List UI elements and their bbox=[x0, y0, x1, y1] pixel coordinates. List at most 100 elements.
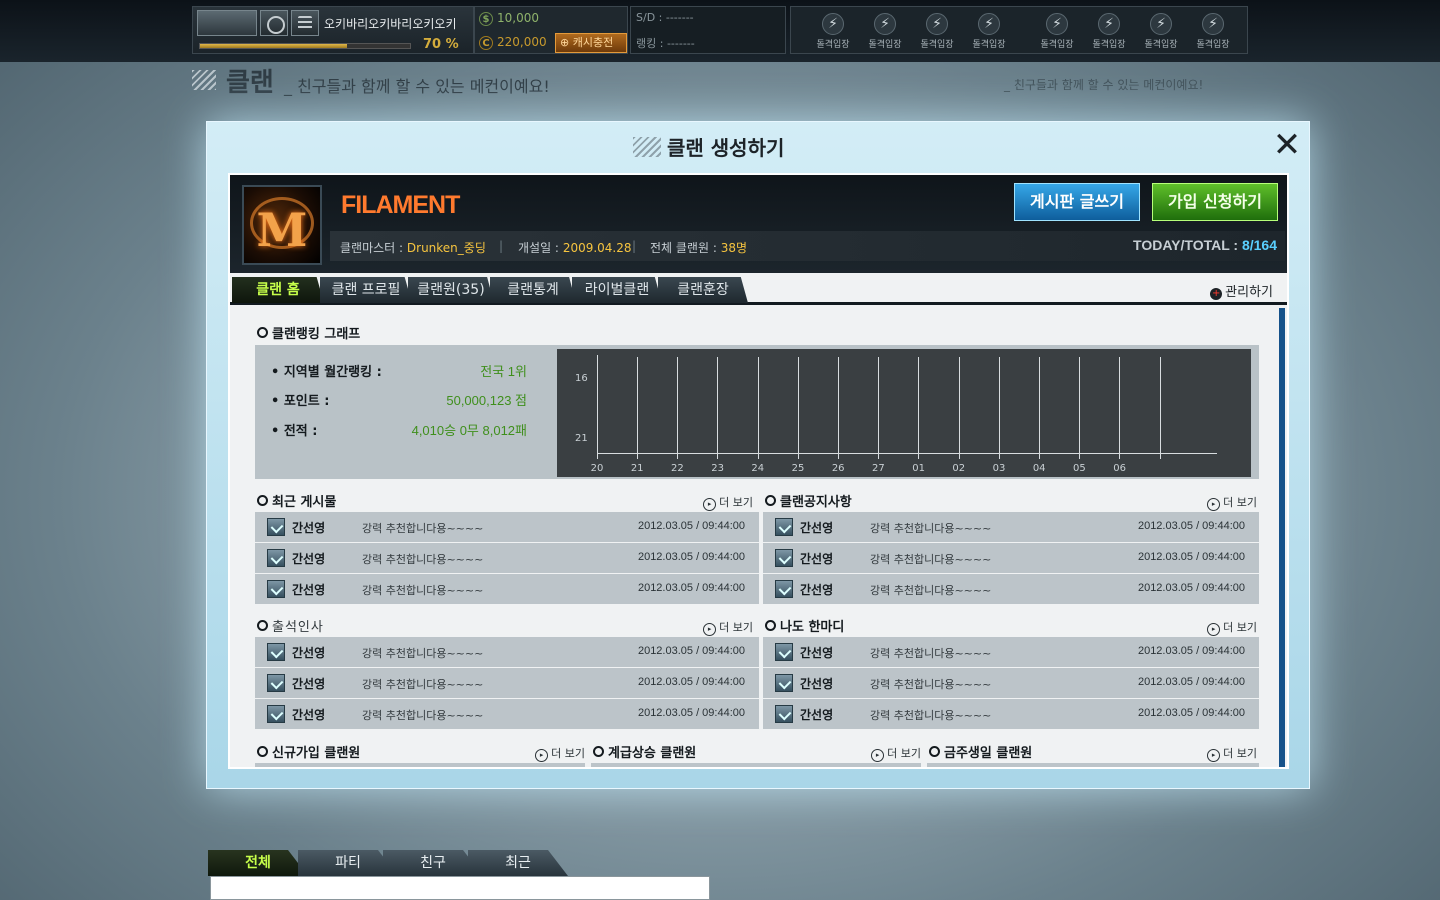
post-row[interactable]: 간선영 강력 추천합니다용~~~~ 2012.03.05 / 09:44:00 bbox=[763, 699, 1259, 729]
more-button[interactable]: 더 보기 bbox=[1207, 494, 1257, 511]
chat-tab-recent[interactable]: 최근 bbox=[468, 850, 568, 876]
ranking-graph: 16 21 20 21 22 23 24 25 26 27 01 02 03 04 05 06 bbox=[557, 349, 1251, 477]
quick-join-button[interactable]: ⚡ 돌격입장 bbox=[1189, 9, 1237, 53]
board-title: 최근 게시물 bbox=[257, 491, 336, 510]
quick-join-button[interactable]: ⚡ 돌격입장 bbox=[1085, 9, 1133, 53]
post-row[interactable]: 간선영 강력 추천합니다용~~~~ 2012.03.05 / 09:44:00 bbox=[255, 543, 759, 573]
graph-gridline bbox=[1079, 357, 1081, 459]
graph-x-tick: 03 bbox=[992, 463, 1006, 474]
quick-join-button[interactable]: ⚡ 돌격입장 bbox=[965, 9, 1013, 53]
clan-dialog: 클랜 생성하기 ✕ M FILAMENT 게시판 글쓰기 가입 신청하기 클랜마… bbox=[206, 121, 1310, 789]
quick-join-button[interactable]: ⚡ 돌격입장 bbox=[913, 9, 961, 53]
graph-x-tick: 21 bbox=[630, 463, 644, 474]
rank-icon bbox=[267, 518, 285, 536]
stats-panel: S/D : ------- 랭킹 : ------- bbox=[630, 6, 786, 54]
lightning-icon: ⚡ bbox=[874, 13, 896, 35]
post-row[interactable]: 간선영 강력 추천합니다용~~~~ 2012.03.05 / 09:44:00 bbox=[255, 699, 759, 729]
post-row[interactable]: 간선영 강력 추천합니다용~~~~ 2012.03.05 / 09:44:00 bbox=[255, 574, 759, 604]
player-profile[interactable]: 오키바리오키바리오키오키 70 % bbox=[192, 6, 474, 54]
graph-gridline bbox=[757, 357, 759, 459]
quick-join-label: 돌격입장 bbox=[816, 40, 850, 50]
post-row[interactable]: 간선영 강력 추천합니다용~~~~ 2012.03.05 / 09:44:00 bbox=[255, 637, 759, 667]
today-total: TODAY/TOTAL : 8/164 bbox=[1133, 237, 1277, 253]
more-button[interactable]: 더 보기 bbox=[871, 745, 921, 762]
rank-icon bbox=[267, 674, 285, 692]
graph-x-tick: 22 bbox=[671, 463, 684, 474]
post-author: 간선영 bbox=[292, 552, 326, 566]
post-date: 2012.03.05 / 09:44:00 bbox=[637, 645, 745, 657]
section-bar bbox=[591, 763, 921, 767]
cash-charge-button[interactable]: ⊕ 캐시충전 bbox=[555, 33, 627, 53]
manage-button[interactable]: + 관리하기 bbox=[1210, 281, 1273, 300]
post-author: 간선영 bbox=[292, 677, 326, 691]
graph-y-tick: 21 bbox=[575, 433, 588, 444]
quick-join-label: 돌격입장 bbox=[1196, 40, 1230, 50]
tab-rival-clan[interactable]: 라이벌클랜 bbox=[572, 277, 662, 303]
scrollbar[interactable] bbox=[1279, 308, 1285, 767]
graph-gridline bbox=[677, 357, 679, 459]
currency-panel: $ 10,000 C 220,000 ⊕ 캐시충전 bbox=[474, 6, 628, 54]
tab-clan-members[interactable]: 클랜원(35) bbox=[408, 277, 494, 303]
lightning-icon: ⚡ bbox=[1046, 13, 1068, 35]
dollar-icon: $ bbox=[479, 12, 493, 26]
post-row[interactable]: 간선영 강력 추천합니다용~~~~ 2012.03.05 / 09:44:00 bbox=[255, 512, 759, 542]
tab-clan-medals[interactable]: 클랜훈장 bbox=[658, 277, 748, 303]
post-row[interactable]: 간선영 강력 추천합니다용~~~~ 2012.03.05 / 09:44:00 bbox=[255, 668, 759, 698]
more-button[interactable]: 더 보기 bbox=[703, 494, 753, 511]
section-title: 계급상승 클랜원 bbox=[593, 742, 696, 761]
more-button[interactable]: 더 보기 bbox=[703, 619, 753, 636]
lightning-icon: ⚡ bbox=[1150, 13, 1172, 35]
post-author: 간선영 bbox=[800, 646, 834, 660]
post-author: 간선영 bbox=[292, 521, 326, 535]
header-stripe-icon bbox=[192, 70, 216, 90]
quick-join-label: 돌격입장 bbox=[868, 40, 902, 50]
post-date: 2012.03.05 / 09:44:00 bbox=[637, 582, 745, 594]
exp-bar-fill bbox=[200, 44, 347, 48]
graph-y-tick: 16 bbox=[575, 373, 588, 384]
post-author: 간선영 bbox=[800, 583, 834, 597]
post-row[interactable]: 간선영 강력 추천합니다용~~~~ 2012.03.05 / 09:44:00 bbox=[763, 574, 1259, 604]
more-button[interactable]: 더 보기 bbox=[1207, 745, 1257, 762]
board-title: 나도 한마디 bbox=[765, 616, 844, 635]
clan-panel: M FILAMENT 게시판 글쓰기 가입 신청하기 클랜마스터 : Drunk… bbox=[228, 173, 1289, 769]
chat-tab-all[interactable]: 전체 bbox=[208, 850, 308, 876]
rank-label: 랭킹 : ------- bbox=[636, 37, 695, 50]
tab-clan-home[interactable]: 클랜 홈 bbox=[232, 277, 324, 303]
post-title: 강력 추천합니다용~~~~ bbox=[870, 647, 992, 660]
chat-tab-bar: 전체 파티 친구 최근 bbox=[208, 850, 598, 876]
info-separator: | bbox=[632, 239, 637, 253]
quick-join-button[interactable]: ⚡ 돌격입장 bbox=[809, 9, 857, 53]
lightning-icon: ⚡ bbox=[1098, 13, 1120, 35]
graph-gridline bbox=[717, 357, 719, 459]
graph-x-tick: 05 bbox=[1073, 463, 1086, 474]
post-date: 2012.03.05 / 09:44:00 bbox=[637, 707, 745, 719]
quick-join-button[interactable]: ⚡ 돌격입장 bbox=[1033, 9, 1081, 53]
chat-input[interactable] bbox=[210, 876, 710, 900]
clan-tab-bar: 클랜 홈 클랜 프로필 클랜원(35) 클랜통계 라이벌클랜 클랜훈장 + 관리하… bbox=[230, 275, 1287, 305]
graph-y-axis bbox=[597, 355, 598, 459]
close-icon[interactable]: ✕ bbox=[1271, 128, 1303, 162]
info-separator: | bbox=[499, 239, 504, 253]
today-total-label: TODAY/TOTAL : bbox=[1133, 237, 1239, 253]
rank-icon bbox=[267, 705, 285, 723]
post-row[interactable]: 간선영 강력 추천합니다용~~~~ 2012.03.05 / 09:44:00 bbox=[763, 637, 1259, 667]
graph-x-tick: 24 bbox=[751, 463, 765, 474]
top-bar: 오키바리오키바리오키오키 70 % $ 10,000 C 220,000 ⊕ 캐… bbox=[0, 0, 1440, 62]
post-row[interactable]: 간선영 강력 추천합니다용~~~~ 2012.03.05 / 09:44:00 bbox=[763, 668, 1259, 698]
post-row[interactable]: 간선영 강력 추천합니다용~~~~ 2012.03.05 / 09:44:00 bbox=[763, 512, 1259, 542]
more-button[interactable]: 더 보기 bbox=[1207, 619, 1257, 636]
clan-members-label: 전체 클랜원 : bbox=[650, 241, 717, 255]
tab-clan-profile[interactable]: 클랜 프로필 bbox=[320, 277, 412, 303]
quick-join-button[interactable]: ⚡ 돌격입장 bbox=[1137, 9, 1185, 53]
post-row[interactable]: 간선영 강력 추천합니다용~~~~ 2012.03.05 / 09:44:00 bbox=[763, 543, 1259, 573]
join-request-button[interactable]: 가입 신청하기 bbox=[1152, 183, 1278, 221]
quick-join-label: 돌격입장 bbox=[1092, 40, 1126, 50]
quick-join-button[interactable]: ⚡ 돌격입장 bbox=[861, 9, 909, 53]
write-board-button[interactable]: 게시판 글쓰기 bbox=[1014, 183, 1140, 221]
post-title: 강력 추천합니다용~~~~ bbox=[362, 709, 484, 722]
rank-badge-icon bbox=[197, 10, 257, 36]
tab-clan-stats[interactable]: 클랜통계 bbox=[490, 277, 576, 303]
more-button[interactable]: 더 보기 bbox=[535, 745, 585, 762]
board-title: 출석인사 bbox=[257, 616, 324, 635]
lightning-icon: ⚡ bbox=[926, 13, 948, 35]
